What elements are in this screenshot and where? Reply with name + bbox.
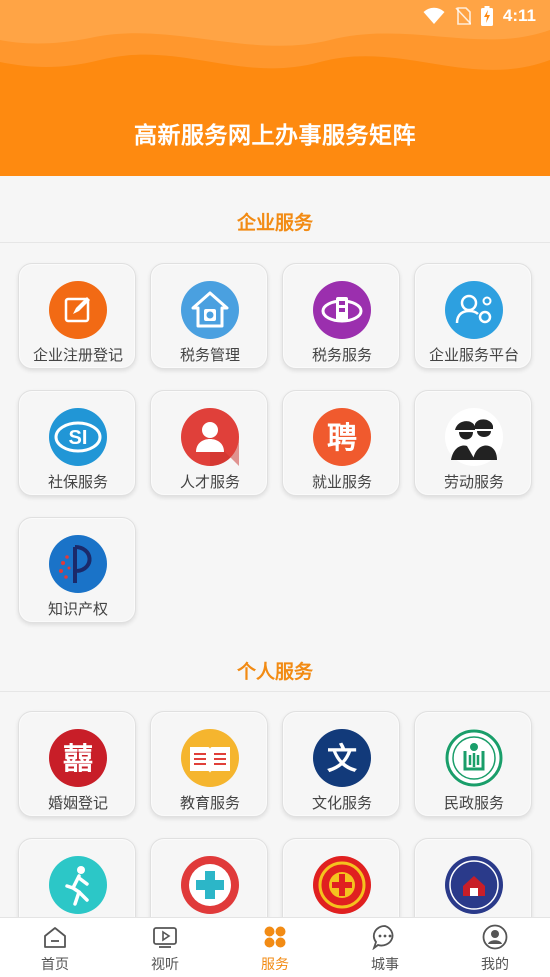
chat-icon [372, 924, 398, 950]
workers-icon [445, 408, 503, 466]
tax-emblem-icon [313, 281, 371, 339]
header: 4:11 高新服务网上办事服务矩阵 [0, 0, 550, 176]
tab-label: 我的 [481, 957, 509, 973]
bottom-tab-bar: 首页 视听 服务 城事 我的 [0, 917, 550, 977]
status-time: 4:11 [502, 6, 536, 25]
service-label: 社保服务 [47, 473, 108, 491]
profile-icon [482, 924, 508, 950]
person-icon [181, 408, 239, 466]
service-tile-education[interactable]: 教育服务 [150, 711, 268, 817]
section-title-personal: 个人服务 [236, 661, 313, 683]
tab-video[interactable]: 视听 [110, 918, 220, 977]
wifi-icon [423, 7, 445, 24]
tab-label: 首页 [41, 957, 69, 973]
service-label: 文化服务 [311, 794, 372, 812]
service-tile-enterprise-registration[interactable]: 企业注册登记 [18, 263, 136, 369]
status-bar: 4:11 [423, 4, 536, 28]
service-label: 企业注册登记 [32, 346, 123, 364]
service-label: 税务管理 [179, 346, 240, 364]
service-tile-labor[interactable]: 劳动服务 [414, 390, 532, 496]
hire-icon: 聘 [313, 408, 371, 466]
trade-union-icon [313, 856, 371, 914]
tab-label: 服务 [261, 957, 289, 973]
svg-text:囍: 囍 [63, 742, 93, 777]
service-tile-culture[interactable]: 文 文化服务 [282, 711, 400, 817]
tax-house-icon [181, 281, 239, 339]
no-sim-icon [455, 7, 471, 25]
service-label: 劳动服务 [443, 473, 504, 491]
service-tile-tax-management[interactable]: 税务管理 [150, 263, 268, 369]
section-title-enterprise: 企业服务 [236, 212, 313, 234]
pencil-edit-icon [49, 281, 107, 339]
service-label: 税务服务 [311, 346, 372, 364]
service-tile-marriage-registration[interactable]: 囍 婚姻登记 [18, 711, 136, 817]
service-tile-intellectual-property[interactable]: 知识产权 [18, 517, 136, 623]
service-label: 就业服务 [311, 473, 372, 491]
services-content[interactable]: 企业服务 企业注册登记 税务管理 税务服务 企业服务平台 SI 社保服务 人才服… [0, 176, 550, 917]
service-tile-tax-service[interactable]: 税务服务 [282, 263, 400, 369]
video-icon [152, 924, 178, 950]
services-icon [262, 924, 288, 950]
service-tile-real-estate[interactable] [414, 838, 532, 917]
divider [0, 691, 550, 692]
home-icon [42, 924, 68, 950]
service-tile-enterprise-platform[interactable]: 企业服务平台 [414, 263, 532, 369]
battery-charging-icon [480, 6, 493, 26]
real-estate-icon [445, 856, 503, 914]
running-icon [49, 856, 107, 914]
service-label: 民政服务 [443, 794, 504, 812]
service-tile-sports[interactable] [18, 838, 136, 917]
page-title: 高新服务网上办事服务矩阵 [134, 123, 416, 149]
tab-city-news[interactable]: 城事 [330, 918, 440, 977]
social-security-icon: SI [49, 408, 107, 466]
user-gears-icon [445, 281, 503, 339]
service-label: 教育服务 [179, 794, 240, 812]
medical-cross-icon [181, 856, 239, 914]
double-happiness-icon: 囍 [49, 729, 107, 787]
service-label: 知识产权 [47, 600, 108, 618]
service-tile-talent[interactable]: 人才服务 [150, 390, 268, 496]
tab-home[interactable]: 首页 [0, 918, 110, 977]
tab-profile[interactable]: 我的 [440, 918, 550, 977]
service-label: 人才服务 [179, 473, 240, 491]
tab-services[interactable]: 服务 [220, 918, 330, 977]
service-label: 企业服务平台 [428, 346, 519, 364]
service-tile-social-security[interactable]: SI 社保服务 [18, 390, 136, 496]
service-tile-employment[interactable]: 聘 就业服务 [282, 390, 400, 496]
culture-icon: 文 [313, 729, 371, 787]
civil-affairs-icon [445, 729, 503, 787]
service-tile-trade-union[interactable] [282, 838, 400, 917]
ip-icon [49, 535, 107, 593]
divider [0, 242, 550, 243]
service-label: 婚姻登记 [47, 794, 108, 812]
svg-text:聘: 聘 [327, 421, 357, 456]
book-icon [181, 729, 239, 787]
tab-label: 城事 [371, 957, 399, 973]
tab-label: 视听 [151, 957, 179, 973]
svg-text:SI: SI [69, 427, 88, 449]
service-tile-medical[interactable] [150, 838, 268, 917]
svg-text:文: 文 [327, 742, 357, 777]
service-tile-civil-affairs[interactable]: 民政服务 [414, 711, 532, 817]
